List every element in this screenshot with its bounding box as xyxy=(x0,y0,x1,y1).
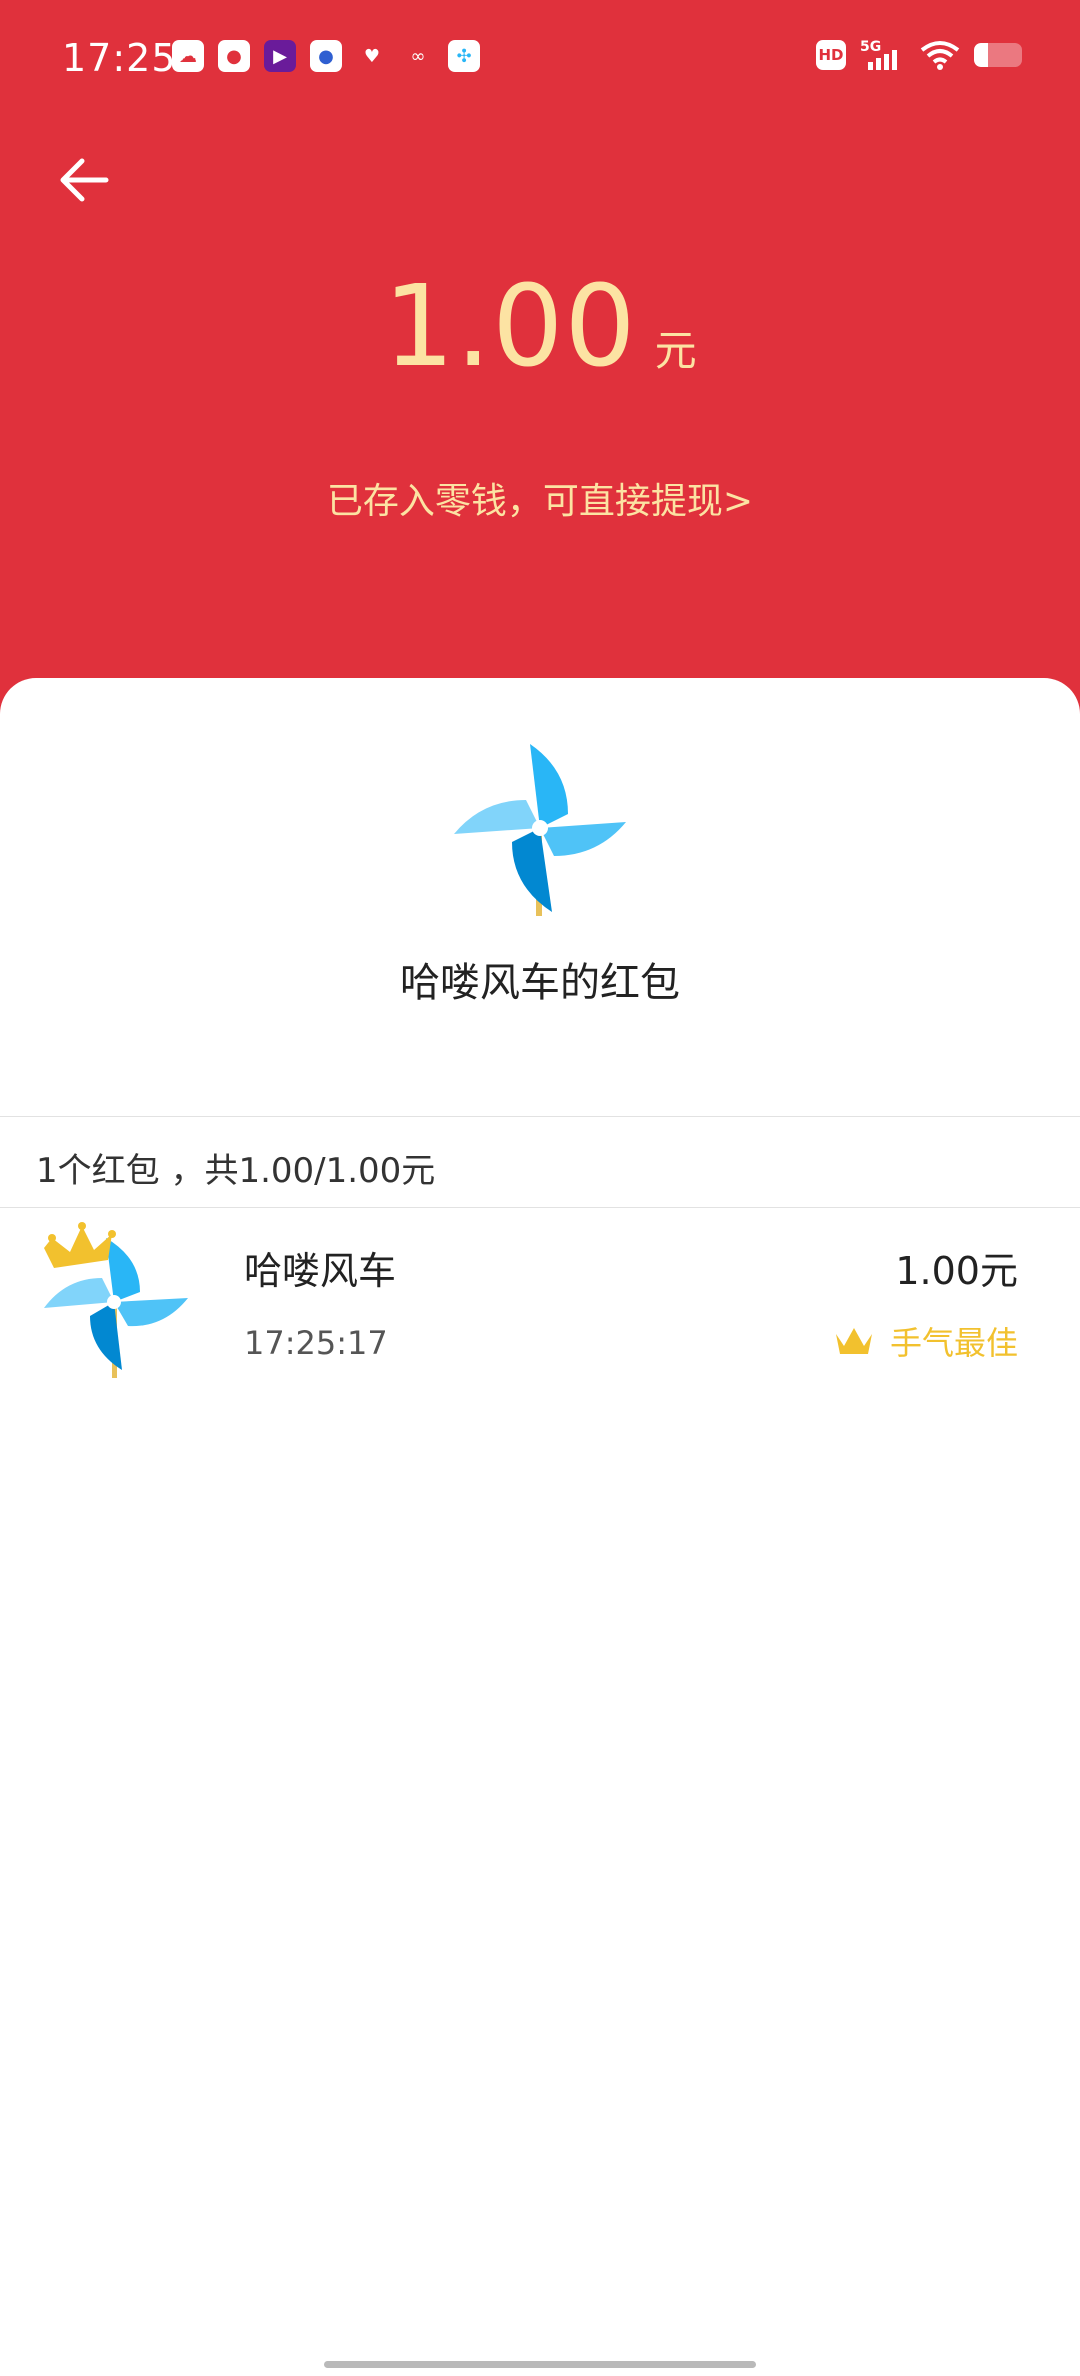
network-label: 5G xyxy=(860,39,881,55)
receive-time: 17:25:17 xyxy=(244,1324,388,1362)
crown-icon xyxy=(44,1222,116,1268)
battery-icon xyxy=(974,43,1022,67)
battery-level xyxy=(974,43,989,67)
hd-icon: HD xyxy=(816,40,846,70)
received-amount: 1.00 元 xyxy=(0,262,1080,392)
envelope-summary: 1个红包 ，共1.00/1.00元 xyxy=(36,1151,436,1191)
envelope-title: 哈喽风车的红包 xyxy=(400,960,680,1006)
notification-icons: ☁ ● ▶ ● ♥ ∞ ✣ xyxy=(172,40,480,72)
wifi-icon xyxy=(920,41,960,70)
heart-app-icon: ♥ xyxy=(363,45,381,67)
baidu-netdisk-icon: ☁ xyxy=(172,40,204,72)
recipient-name: 哈喽风车 xyxy=(244,1249,397,1293)
pinwheel-app-icon: ✣ xyxy=(448,40,480,72)
back-arrow-icon[interactable] xyxy=(52,148,116,212)
divider xyxy=(0,1207,1080,1208)
system-icons: HD 5G xyxy=(816,38,1022,72)
amount-unit: 元 xyxy=(654,326,697,375)
crown-icon xyxy=(835,1328,872,1354)
baidu-icon: ● xyxy=(310,40,342,72)
pinwheel-avatar-icon xyxy=(454,744,626,916)
status-bar: 17:25 ☁ ● ▶ ● ♥ ∞ ✣ HD 5G xyxy=(0,0,1080,120)
dots-app-icon: ∞ xyxy=(410,45,426,67)
withdraw-link[interactable]: 已存入零钱，可直接提现> xyxy=(0,472,1080,524)
divider xyxy=(0,1116,1080,1117)
status-time: 17:25 xyxy=(62,36,177,80)
pinwheel-avatar-icon xyxy=(44,1222,188,1378)
received-amount-value: 1.00元 xyxy=(895,1249,1018,1293)
signal-5g-icon: 5G xyxy=(860,39,897,70)
best-luck-badge: 手气最佳 xyxy=(834,1318,1018,1364)
amount-value: 1.00 xyxy=(383,262,637,392)
video-app-icon: ▶ xyxy=(264,40,296,72)
cat-app-icon: ● xyxy=(218,40,250,72)
envelope-detail-card xyxy=(0,678,1080,2376)
home-indicator[interactable] xyxy=(324,2361,756,2368)
red-envelope-header: 17:25 ☁ ● ▶ ● ♥ ∞ ✣ HD 5G 1.00 元 已存入零钱，可… xyxy=(0,0,1080,720)
best-luck-label: 手气最佳 xyxy=(889,1324,1018,1362)
